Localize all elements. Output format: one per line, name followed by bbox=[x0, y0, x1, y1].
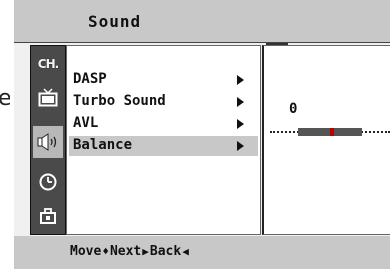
tab-picture[interactable] bbox=[33, 82, 63, 114]
balance-slider[interactable] bbox=[270, 128, 390, 136]
footer-hint-bar: Move ♦ Next ▶ Back ◀ bbox=[14, 236, 390, 269]
right-arrow-icon: ▶ bbox=[142, 245, 149, 258]
back-hint-label: Back bbox=[149, 244, 182, 259]
slider-right-segment bbox=[332, 128, 362, 136]
toolbox-icon bbox=[40, 208, 56, 224]
panel-divider bbox=[266, 43, 288, 45]
menu-title: Sound bbox=[88, 12, 142, 31]
slider-knob[interactable] bbox=[330, 128, 334, 136]
menu-item-avl[interactable]: AVL bbox=[69, 114, 258, 134]
menu-item-turbo-sound[interactable]: Turbo Sound bbox=[69, 92, 258, 112]
menu-item-label: DASP bbox=[73, 71, 107, 87]
left-arrow-icon: ◀ bbox=[182, 245, 189, 258]
tv-icon bbox=[38, 88, 58, 107]
title-bar: Sound bbox=[14, 0, 390, 43]
tab-channel[interactable]: CH. bbox=[33, 48, 63, 80]
footer-hints: Move ♦ Next ▶ Back ◀ bbox=[70, 244, 190, 259]
tab-time[interactable] bbox=[33, 166, 63, 198]
arrow-right-icon bbox=[237, 141, 244, 151]
clock-icon bbox=[39, 173, 57, 191]
stray-text-fragment: e bbox=[0, 86, 10, 111]
arrow-right-icon bbox=[237, 75, 244, 85]
slider-left-segment bbox=[298, 128, 332, 136]
menu-item-label: Balance bbox=[73, 137, 133, 153]
tab-setup[interactable] bbox=[33, 200, 63, 232]
up-down-icon: ♦ bbox=[102, 245, 109, 258]
move-hint-label: Move bbox=[70, 244, 102, 259]
menu-item-balance[interactable]: Balance bbox=[69, 136, 258, 156]
speaker-icon bbox=[37, 133, 57, 151]
balance-panel: 0 bbox=[262, 43, 390, 235]
arrow-right-icon bbox=[237, 119, 244, 129]
osd-menu: Sound CH. DASP Turbo Sound AVL Balance 0… bbox=[14, 0, 390, 269]
arrow-right-icon bbox=[237, 97, 244, 107]
menu-item-label: Turbo Sound bbox=[73, 93, 166, 109]
balance-value: 0 bbox=[289, 101, 298, 117]
category-tabs: CH. bbox=[30, 45, 66, 235]
menu-item-label: AVL bbox=[73, 115, 99, 131]
next-hint-label: Next bbox=[109, 244, 142, 259]
ch-icon: CH. bbox=[37, 57, 59, 71]
menu-list: DASP Turbo Sound AVL Balance bbox=[66, 45, 261, 235]
menu-item-dasp[interactable]: DASP bbox=[69, 70, 258, 90]
tab-sound[interactable] bbox=[33, 126, 63, 158]
